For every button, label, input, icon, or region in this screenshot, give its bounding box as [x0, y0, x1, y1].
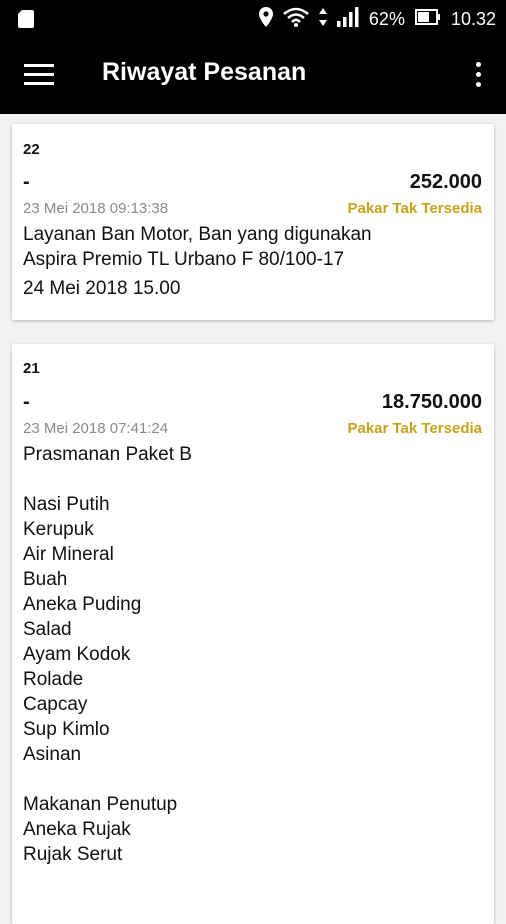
order-dash: - [23, 171, 30, 193]
page-title: Riwayat Pesanan [102, 58, 307, 86]
order-dash: - [23, 391, 30, 413]
location-icon [258, 6, 273, 32]
clock: 10.32 [450, 8, 496, 29]
order-datetime: 23 Mei 2018 07:41:24 [23, 420, 169, 437]
order-description-line: Layanan Ban Motor, Ban yang digunakan [23, 224, 372, 245]
signal-icon [336, 6, 359, 32]
order-price: 252.000 [409, 171, 482, 193]
app-bar: Riwayat Pesanan [0, 38, 506, 114]
order-status: Pakar Tak Tersedia [347, 200, 482, 217]
order-schedule: 24 Mei 2018 15.00 [23, 278, 181, 299]
battery-icon [414, 8, 441, 30]
order-card[interactable]: 21 - 18.750.000 23 Mei 2018 07:41:24 Pak… [12, 344, 494, 924]
data-transfer-icon [318, 7, 327, 31]
order-description-line: Aspira Premio TL Urbano F 80/100-17 [23, 249, 345, 270]
order-status: Pakar Tak Tersedia [347, 420, 482, 437]
battery-percent: 62% [368, 8, 405, 29]
wifi-icon [283, 7, 309, 32]
order-price: 18.750.000 [381, 391, 482, 413]
order-description: Prasmanan Paket B Nasi Putih Kerupuk Air… [23, 444, 192, 865]
order-card[interactable]: 22 - 252.000 23 Mei 2018 09:13:38 Pakar … [12, 124, 494, 320]
order-number: 22 [23, 141, 40, 158]
order-number: 21 [23, 360, 40, 377]
more-options-icon[interactable] [474, 62, 482, 90]
hamburger-menu-icon[interactable] [24, 64, 54, 88]
order-datetime: 23 Mei 2018 09:13:38 [23, 200, 169, 217]
sd-card-icon [18, 10, 34, 33]
status-bar: 62% 10.32 [0, 0, 506, 38]
